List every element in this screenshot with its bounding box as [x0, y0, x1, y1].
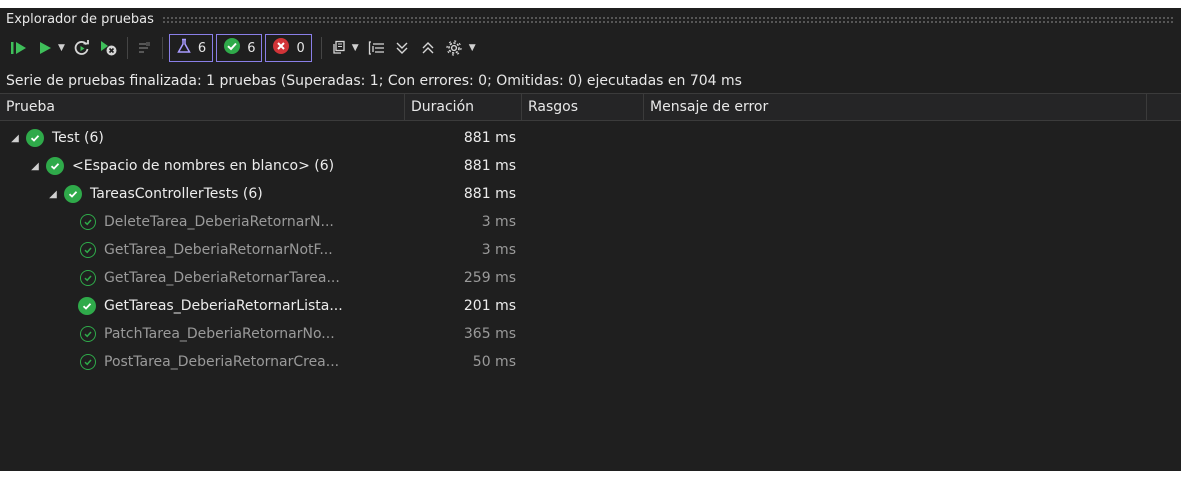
passed-count: 6 — [247, 40, 256, 56]
test-name: GetTarea_DeberiaRetornarNotF... — [104, 242, 333, 258]
total-tests-filter[interactable]: 6 — [168, 34, 214, 62]
panel-title: Explorador de pruebas — [6, 11, 154, 27]
toolbar-separator — [126, 37, 128, 59]
collapse-all-icon[interactable] — [415, 35, 441, 61]
test-row[interactable]: GetTarea_DeberiaRetornarTarea... 259 ms — [0, 264, 1181, 292]
tree-node-project[interactable]: ◢ Test (6) 881 ms — [0, 124, 1181, 152]
duration-value: 881 ms — [463, 158, 516, 174]
repeat-last-run-icon[interactable] — [71, 35, 93, 61]
column-header-error[interactable]: Mensaje de error — [644, 94, 1147, 120]
column-header-traits[interactable]: Rasgos — [522, 94, 644, 120]
expand-arrow-icon[interactable]: ◢ — [28, 161, 42, 172]
settings-dropdown-caret-icon[interactable]: ▼ — [469, 43, 476, 53]
passed-outline-icon — [80, 242, 96, 258]
test-tree: ◢ Test (6) 881 ms ◢ <Espacio de nombres … — [0, 124, 1181, 376]
duration-value: 3 ms — [481, 242, 516, 258]
passed-icon — [223, 37, 241, 59]
failed-icon — [272, 37, 290, 59]
filter-icon[interactable] — [134, 35, 156, 61]
expand-all-icon[interactable] — [389, 35, 415, 61]
passed-outline-icon — [80, 354, 96, 370]
toolbar-separator — [161, 37, 163, 59]
test-name: PatchTarea_DeberiaRetornarNo... — [104, 326, 335, 342]
cancel-run-icon[interactable] — [97, 35, 121, 61]
run-dropdown-caret-icon[interactable]: ▼ — [58, 43, 65, 53]
passed-outline-icon — [80, 214, 96, 230]
tree-node-label: <Espacio de nombres en blanco> (6) — [72, 158, 335, 174]
test-row[interactable]: PatchTarea_DeberiaRetornarNo... 365 ms — [0, 320, 1181, 348]
passed-icon — [26, 129, 44, 147]
passed-icon — [64, 185, 82, 203]
duration-value: 365 ms — [463, 326, 516, 342]
playlist-dropdown-caret-icon[interactable]: ▼ — [352, 43, 359, 53]
expand-arrow-icon[interactable]: ◢ — [46, 189, 60, 200]
passed-icon — [46, 157, 64, 175]
failed-tests-filter[interactable]: 0 — [265, 34, 312, 62]
test-explorer-panel: Explorador de pruebas ▼ 6 6 0 ▼ ▼ Serie … — [0, 8, 1181, 471]
tree-node-label: Test (6) — [52, 130, 104, 146]
duration-value: 881 ms — [463, 186, 516, 202]
duration-value: 201 ms — [463, 298, 516, 314]
run-summary: Serie de pruebas finalizada: 1 pruebas (… — [6, 73, 742, 89]
titlebar-grip[interactable] — [161, 15, 1175, 23]
top-margin — [0, 0, 1181, 8]
toolbar: ▼ 6 6 0 ▼ ▼ — [0, 33, 1181, 63]
test-name: DeleteTarea_DeberiaRetornarN... — [104, 214, 334, 230]
test-name: PostTarea_DeberiaRetornarCrea... — [104, 354, 340, 370]
tree-node-label: TareasControllerTests (6) — [90, 186, 263, 202]
duration-value: 259 ms — [463, 270, 516, 286]
duration-value: 881 ms — [463, 130, 516, 146]
failed-count: 0 — [296, 40, 305, 56]
duration-value: 50 ms — [472, 354, 516, 370]
test-name: GetTarea_DeberiaRetornarTarea... — [104, 270, 340, 286]
total-count: 6 — [197, 40, 207, 56]
expand-arrow-icon[interactable]: ◢ — [8, 133, 22, 144]
group-by-icon[interactable] — [365, 35, 389, 61]
settings-icon[interactable] — [441, 35, 467, 61]
run-icon[interactable] — [34, 35, 56, 61]
passed-outline-icon — [80, 326, 96, 342]
test-row-selected[interactable]: GetTareas_DeberiaRetornarLista... 201 ms — [0, 292, 1181, 320]
test-row[interactable]: DeleteTarea_DeberiaRetornarN... 3 ms — [0, 208, 1181, 236]
bottom-margin — [0, 471, 1181, 479]
test-row[interactable]: PostTarea_DeberiaRetornarCrea... 50 ms — [0, 348, 1181, 376]
test-name: GetTareas_DeberiaRetornarLista... — [104, 298, 343, 314]
tree-node-namespace[interactable]: ◢ <Espacio de nombres en blanco> (6) 881… — [0, 152, 1181, 180]
column-header-duration[interactable]: Duración — [405, 94, 522, 120]
passed-outline-icon — [80, 270, 96, 286]
duration-value: 3 ms — [481, 214, 516, 230]
passed-icon — [78, 297, 96, 315]
column-header-filler — [1147, 94, 1181, 120]
tree-node-class[interactable]: ◢ TareasControllerTests (6) 881 ms — [0, 180, 1181, 208]
run-all-icon[interactable] — [8, 35, 30, 61]
test-row[interactable]: GetTarea_DeberiaRetornarNotF... 3 ms — [0, 236, 1181, 264]
flask-icon — [176, 38, 192, 58]
playlist-icon[interactable] — [328, 35, 350, 61]
column-header-row: Prueba Duración Rasgos Mensaje de error — [0, 93, 1181, 121]
toolbar-separator — [320, 37, 322, 59]
passed-tests-filter[interactable]: 6 — [216, 34, 263, 62]
column-header-test[interactable]: Prueba — [0, 94, 405, 120]
panel-titlebar[interactable]: Explorador de pruebas — [0, 8, 1181, 30]
